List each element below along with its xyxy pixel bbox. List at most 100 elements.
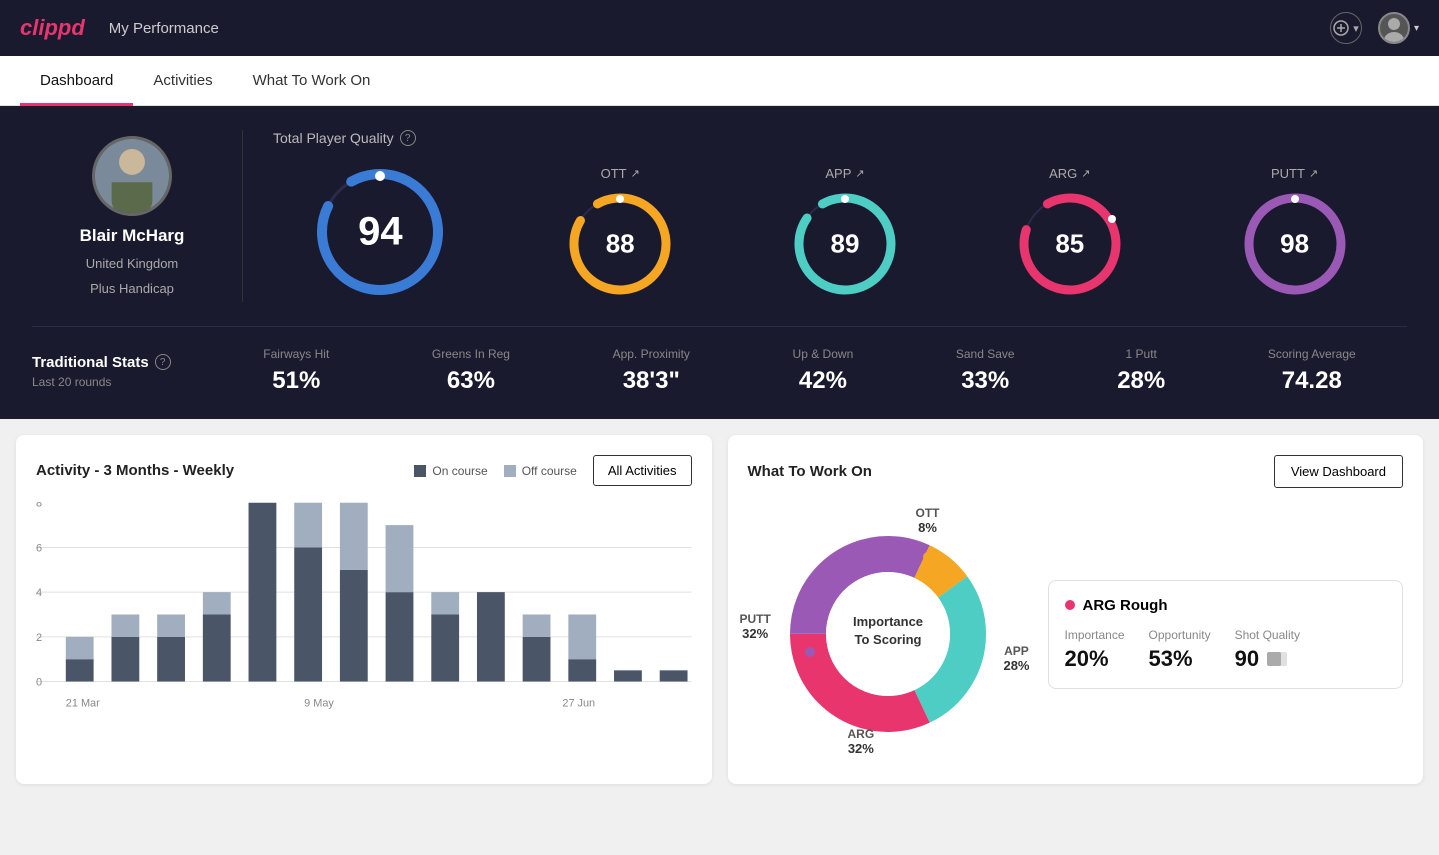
- off-course-icon: [504, 465, 516, 477]
- donut-chart-container: Importance To Scoring OTT 8%: [748, 504, 1028, 764]
- stat-up-and-down: Up & Down 42%: [793, 347, 854, 395]
- ott-circle-container: OTT ↗ 88: [565, 166, 675, 299]
- player-country: United Kingdom: [86, 256, 179, 271]
- stat-1-putt: 1 Putt 28%: [1117, 347, 1165, 395]
- svg-text:8: 8: [36, 502, 42, 510]
- app-label: APP ↗: [825, 166, 864, 181]
- work-info-title: ARG Rough: [1083, 597, 1168, 614]
- quality-circles: 94 OTT ↗ 88: [253, 162, 1407, 302]
- player-handicap: Plus Handicap: [90, 281, 174, 296]
- total-quality-circle: 94: [310, 162, 450, 302]
- ott-label: OTT ↗: [601, 166, 640, 181]
- svg-text:To Scoring: To Scoring: [854, 632, 921, 647]
- stats-panel: Blair McHarg United Kingdom Plus Handica…: [0, 106, 1439, 419]
- what-to-work-on-title: What To Work On: [748, 463, 872, 480]
- traditional-stats: Traditional Stats ? Last 20 rounds Fairw…: [32, 326, 1407, 395]
- vertical-divider: [242, 130, 243, 302]
- svg-text:27 Jun: 27 Jun: [562, 697, 595, 709]
- app-circle-container: APP ↗ 89: [790, 166, 900, 299]
- ott-trend: ↗: [631, 167, 640, 180]
- app-trend: ↗: [855, 167, 864, 180]
- what-to-work-on-card: What To Work On View Dashboard: [728, 435, 1424, 784]
- stat-app-proximity: App. Proximity 38'3": [613, 347, 690, 395]
- all-activities-button[interactable]: All Activities: [593, 455, 692, 486]
- chart-legend: On course Off course: [414, 464, 577, 478]
- trad-stats-sublabel: Last 20 rounds: [32, 375, 212, 389]
- arg-circle-container: ARG ↗ 85: [1015, 166, 1125, 299]
- add-button[interactable]: ▾: [1330, 12, 1362, 44]
- putt-trend: ↗: [1309, 167, 1318, 180]
- total-quality-value: 94: [358, 210, 403, 255]
- quality-label: Total Player Quality: [273, 130, 394, 146]
- stats-top: Blair McHarg United Kingdom Plus Handica…: [32, 130, 1407, 302]
- trad-stats-title: Traditional Stats: [32, 354, 149, 371]
- putt-label: PUTT ↗: [1271, 166, 1318, 181]
- main-circle-wrap: 94: [310, 162, 450, 302]
- arg-trend: ↗: [1081, 167, 1090, 180]
- avatar: [1378, 12, 1410, 44]
- work-info-stats: Importance 20% Opportunity 53% Shot Qual…: [1065, 628, 1387, 672]
- app-circle: 89: [790, 189, 900, 299]
- bar-chart-svg: 0 2 4 6 8: [36, 502, 692, 722]
- quality-header: Total Player Quality ?: [253, 130, 1407, 146]
- tab-what-to-work-on[interactable]: What To Work On: [233, 56, 391, 106]
- quality-section: Total Player Quality ? 94: [253, 130, 1407, 302]
- stat-scoring-average: Scoring Average 74.28: [1268, 347, 1356, 395]
- arg-value: 85: [1055, 228, 1084, 259]
- trad-stats-label: Traditional Stats ? Last 20 rounds: [32, 354, 212, 389]
- work-on-content: Importance To Scoring OTT 8%: [748, 504, 1404, 764]
- work-info-card: ARG Rough Importance 20% Opportunity 53%…: [1048, 580, 1404, 689]
- ott-value: 88: [606, 228, 635, 259]
- nav-tabs: Dashboard Activities What To Work On: [0, 56, 1439, 106]
- stat-items: Fairways Hit 51% Greens In Reg 63% App. …: [212, 347, 1407, 395]
- trad-stats-help-icon[interactable]: ?: [155, 354, 171, 370]
- logo: clippd: [20, 15, 85, 41]
- work-info-header: ARG Rough: [1065, 597, 1387, 614]
- work-stat-shot-quality: Shot Quality 90: [1235, 628, 1300, 672]
- activity-chart-header: Activity - 3 Months - Weekly On course O…: [36, 455, 692, 486]
- svg-text:Importance: Importance: [852, 614, 922, 629]
- arg-circle: 85: [1015, 189, 1125, 299]
- profile-chevron: ▾: [1414, 23, 1419, 34]
- page-title: My Performance: [109, 20, 219, 37]
- stat-fairways-hit: Fairways Hit 51%: [263, 347, 329, 395]
- ott-circle: 88: [565, 189, 675, 299]
- player-name: Blair McHarg: [80, 226, 185, 246]
- logo-area: clippd My Performance: [20, 15, 219, 41]
- app-header: clippd My Performance ▾ ▾: [0, 0, 1439, 56]
- putt-circle-container: PUTT ↗ 98: [1240, 166, 1350, 299]
- profile-button[interactable]: ▾: [1378, 12, 1419, 44]
- player-avatar-image: [95, 139, 169, 213]
- svg-text:0: 0: [36, 676, 42, 688]
- putt-circle: 98: [1240, 189, 1350, 299]
- on-course-icon: [414, 465, 426, 477]
- putt-donut-label: PUTT 32%: [740, 612, 771, 641]
- tab-activities[interactable]: Activities: [133, 56, 232, 106]
- view-dashboard-button[interactable]: View Dashboard: [1274, 455, 1403, 488]
- app-value: 89: [831, 228, 860, 259]
- work-dot: [1065, 600, 1075, 610]
- donut-chart-svg: Importance To Scoring: [748, 504, 1028, 764]
- player-image-svg: [95, 136, 169, 213]
- activity-chart-card: Activity - 3 Months - Weekly On course O…: [16, 435, 712, 784]
- add-chevron: ▾: [1353, 22, 1359, 35]
- quality-help-icon[interactable]: ?: [400, 130, 416, 146]
- app-donut-label: APP 28%: [1003, 644, 1029, 673]
- putt-value: 98: [1280, 228, 1309, 259]
- header-right: ▾ ▾: [1330, 12, 1419, 44]
- shot-quality-bar-icon: [1267, 652, 1287, 666]
- player-avatar: [92, 136, 172, 216]
- svg-text:6: 6: [36, 542, 42, 554]
- tab-dashboard[interactable]: Dashboard: [20, 56, 133, 106]
- work-stat-opportunity: Opportunity 53%: [1149, 628, 1211, 672]
- stat-sand-save: Sand Save 33%: [956, 347, 1015, 395]
- legend-on-course: On course: [414, 464, 487, 478]
- player-info: Blair McHarg United Kingdom Plus Handica…: [32, 136, 232, 296]
- stat-greens-in-reg: Greens In Reg 63%: [432, 347, 510, 395]
- svg-text:9 May: 9 May: [304, 697, 334, 709]
- arg-donut-label: ARG 32%: [848, 727, 875, 756]
- arg-label: ARG ↗: [1049, 166, 1090, 181]
- legend-off-course: Off course: [504, 464, 577, 478]
- what-to-work-on-header: What To Work On View Dashboard: [748, 455, 1404, 488]
- work-stat-importance: Importance 20%: [1065, 628, 1125, 672]
